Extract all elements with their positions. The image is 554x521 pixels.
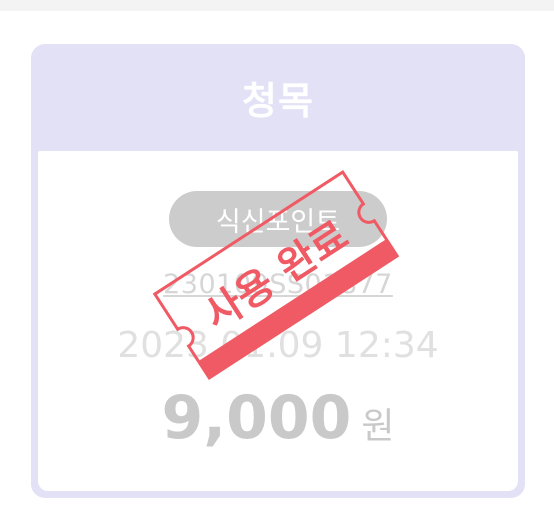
voucher-code: 230109SS01877 bbox=[163, 269, 393, 300]
card-title: 청목 bbox=[242, 79, 314, 123]
used-datetime: 2023.01.09 12:34 bbox=[117, 325, 439, 366]
voucher-card[interactable]: 청목 식신포인트 230109SS01877 2023.01.09 12:34 … bbox=[31, 44, 525, 498]
top-bar bbox=[0, 0, 554, 11]
card-header: 청목 bbox=[31, 44, 525, 151]
price-currency: 원 bbox=[361, 406, 395, 447]
card-body: 식신포인트 230109SS01877 2023.01.09 12:34 9,0… bbox=[38, 151, 518, 491]
price: 9,000 원 bbox=[38, 383, 518, 453]
price-amount: 9,000 bbox=[161, 383, 352, 453]
category-badge: 식신포인트 bbox=[169, 191, 387, 247]
